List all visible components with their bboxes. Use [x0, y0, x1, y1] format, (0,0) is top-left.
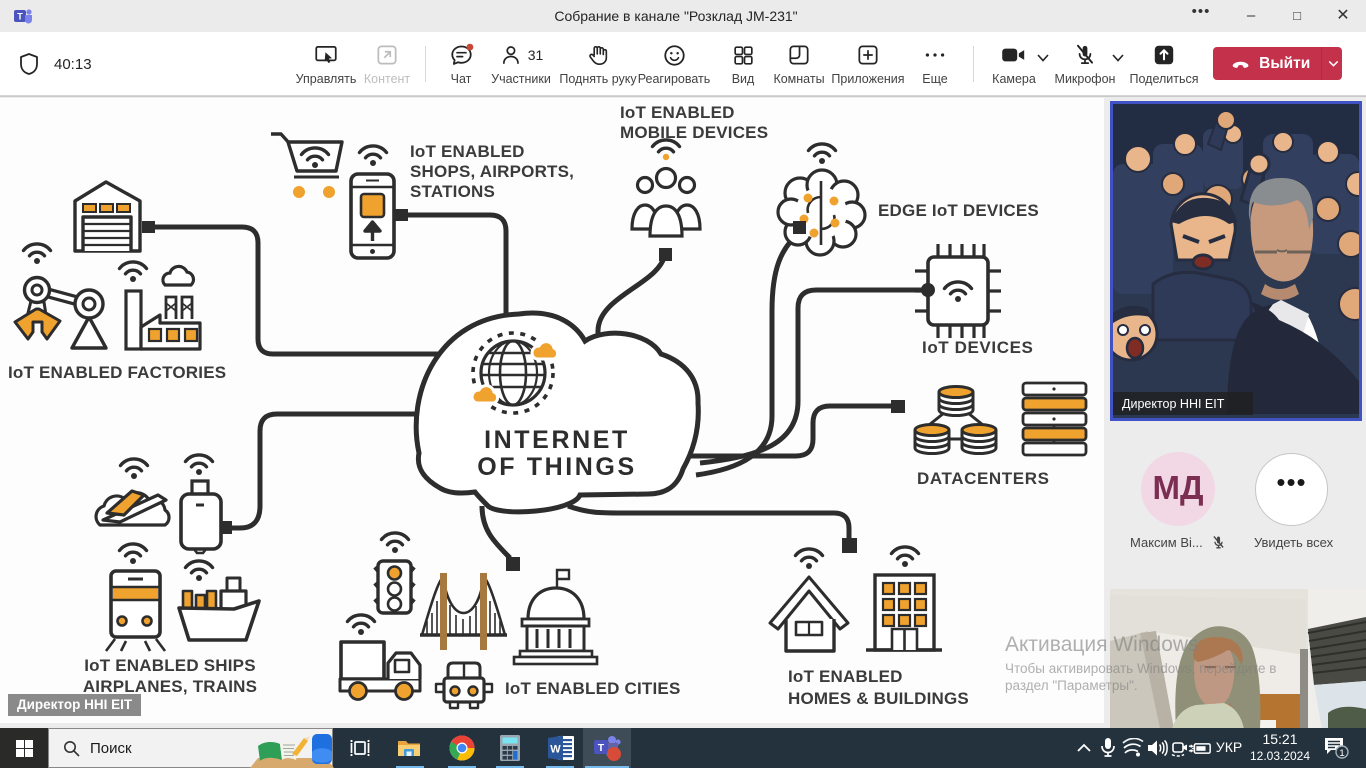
svg-text:DATACENTERS: DATACENTERS — [917, 469, 1050, 488]
svg-text:STATIONS: STATIONS — [410, 182, 495, 201]
svg-text:1: 1 — [1339, 748, 1344, 759]
svg-text:W: W — [550, 744, 561, 756]
svg-text:SHOPS, AIRPORTS,: SHOPS, AIRPORTS, — [410, 162, 574, 181]
svg-text:IoT ENABLED: IoT ENABLED — [788, 667, 903, 686]
svg-text:EDGE IoT DEVICES: EDGE IoT DEVICES — [878, 201, 1039, 220]
svg-text:INTERNET: INTERNET — [484, 426, 630, 454]
svg-text:Директор ННІ ЕІТ: Директор ННІ ЕІТ — [1122, 397, 1225, 411]
svg-text:IoT DEVICES: IoT DEVICES — [922, 338, 1033, 357]
svg-text:IoT ENABLED SHIPS: IoT ENABLED SHIPS — [84, 656, 256, 675]
svg-text:HOMES & BUILDINGS: HOMES & BUILDINGS — [788, 689, 969, 708]
svg-text:IoT ENABLED FACTORIES: IoT ENABLED FACTORIES — [8, 363, 226, 382]
svg-text:OF THINGS: OF THINGS — [477, 453, 637, 481]
svg-text:IoT ENABLED CITIES: IoT ENABLED CITIES — [505, 679, 681, 698]
svg-text:IoT ENABLED: IoT ENABLED — [620, 103, 735, 122]
svg-text:IoT ENABLED: IoT ENABLED — [410, 142, 525, 161]
svg-text:T: T — [598, 742, 605, 754]
svg-text:MOBILE DEVICES: MOBILE DEVICES — [620, 123, 768, 142]
